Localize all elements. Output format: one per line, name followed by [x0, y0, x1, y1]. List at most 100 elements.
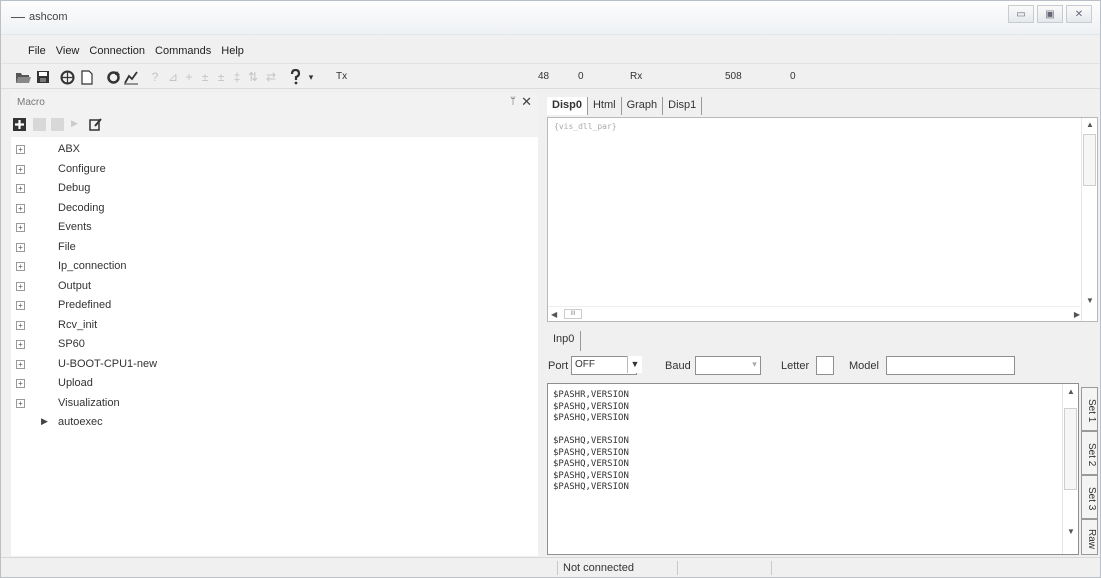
- help-icon[interactable]: [287, 69, 303, 85]
- expand-icon[interactable]: +: [16, 223, 25, 232]
- tab-set-2[interactable]: Set 2: [1081, 431, 1098, 475]
- tree-item[interactable]: + ABX: [11, 140, 538, 160]
- tree-item[interactable]: + U-BOOT-CPU1-new: [11, 355, 538, 375]
- tab-disp0[interactable]: Disp0: [547, 97, 588, 115]
- plot-icon[interactable]: [123, 69, 139, 85]
- status-divider: [771, 561, 772, 575]
- chevron-down-icon[interactable]: ▼: [627, 356, 642, 373]
- log-line: $PASHQ,VERSION: [553, 459, 629, 469]
- app-window: ashcom ▭ ▣ ✕ File View Connection Comman…: [0, 0, 1101, 578]
- port-label: Port: [548, 360, 569, 372]
- tree-item[interactable]: + Events: [11, 218, 538, 238]
- tree-item[interactable]: + File: [11, 238, 538, 258]
- display-output[interactable]: {vis_dll_par} ▲ ▼ ◀ III ▶: [547, 117, 1098, 322]
- letter-field[interactable]: [816, 356, 834, 375]
- disabled-tool-icon: ⊿: [167, 70, 179, 84]
- scroll-down-icon[interactable]: ▼: [1086, 296, 1094, 305]
- dropdown-arrow-icon[interactable]: ▾: [303, 69, 319, 85]
- vertical-scrollbar[interactable]: ▲ ▼: [1062, 384, 1078, 554]
- expand-icon[interactable]: +: [16, 301, 25, 310]
- tab-graph[interactable]: Graph: [622, 97, 664, 115]
- expand-icon[interactable]: +: [16, 164, 25, 174]
- globe-icon[interactable]: [59, 69, 75, 85]
- input-log[interactable]: $PASHR,VERSION $PASHQ,VERSION $PASHQ,VER…: [547, 383, 1079, 555]
- scroll-thumb[interactable]: [1064, 408, 1077, 490]
- status-divider: [677, 561, 678, 575]
- expand-icon[interactable]: +: [16, 340, 25, 349]
- menu-help[interactable]: Help: [216, 45, 249, 57]
- expand-icon[interactable]: +: [16, 184, 25, 193]
- tree-item[interactable]: + Debug: [11, 179, 538, 199]
- expand-icon[interactable]: +: [16, 203, 25, 213]
- log-line: $PASHR,VERSION: [553, 390, 629, 400]
- tab-set-1[interactable]: Set 1: [1081, 387, 1098, 431]
- tab-inp0[interactable]: Inp0: [547, 331, 582, 351]
- tx-label: Tx: [336, 71, 348, 82]
- scroll-thumb[interactable]: III: [564, 309, 582, 319]
- scroll-up-icon[interactable]: ▲: [1086, 120, 1094, 129]
- scroll-thumb[interactable]: [1083, 134, 1096, 186]
- toolbar: ? ⊿ + ± ± ‡ ⇅ ⇄ ▾ Tx 48 0 Rx 508 0: [1, 63, 1100, 89]
- close-panel-icon[interactable]: ✕: [521, 94, 532, 110]
- pin-icon[interactable]: ᛘ: [510, 96, 516, 107]
- scroll-down-icon[interactable]: ▼: [1067, 527, 1075, 536]
- tree-item[interactable]: + Rcv_init: [11, 316, 538, 336]
- disabled-tool-icon: +: [185, 70, 193, 84]
- expand-icon[interactable]: +: [16, 262, 25, 271]
- close-button[interactable]: ✕: [1066, 5, 1092, 23]
- chevron-down-icon[interactable]: ▾: [747, 356, 762, 373]
- tree-item[interactable]: + Upload: [11, 374, 538, 394]
- tree-item[interactable]: + Ip_connection: [11, 257, 538, 277]
- expand-icon[interactable]: +: [16, 145, 25, 154]
- tab-raw[interactable]: Raw: [1081, 519, 1098, 555]
- tree-item[interactable]: + Predefined: [11, 296, 538, 316]
- tree-item[interactable]: + Visualization: [11, 394, 538, 414]
- title-bar: ashcom ▭ ▣ ✕: [1, 1, 1100, 35]
- tree-item[interactable]: + Decoding: [11, 199, 538, 219]
- rx-errors: 0: [790, 71, 796, 82]
- minimize-button[interactable]: ▭: [1008, 5, 1034, 23]
- tab-html[interactable]: Html: [588, 97, 622, 115]
- expand-icon[interactable]: +: [16, 320, 25, 330]
- log-line: $PASHQ,VERSION: [553, 470, 629, 481]
- scroll-left-icon[interactable]: ◀: [551, 310, 557, 319]
- horizontal-scrollbar[interactable]: ◀ III ▶: [548, 306, 1082, 321]
- vertical-scrollbar[interactable]: ▲ ▼: [1081, 118, 1097, 321]
- menu-commands[interactable]: Commands: [150, 45, 216, 57]
- log-line: $PASHQ,VERSION: [553, 447, 629, 458]
- expand-icon[interactable]: +: [16, 242, 25, 252]
- tab-set-3[interactable]: Set 3: [1081, 475, 1098, 519]
- menu-file[interactable]: File: [23, 45, 51, 57]
- disabled-tool-icon: [51, 118, 64, 131]
- port-settings: Port OFF ▼ Baud ▾ Letter Model: [547, 353, 1098, 379]
- tx-count: 48: [538, 71, 550, 82]
- macro-toolbar: ▶: [11, 113, 538, 137]
- tab-disp1[interactable]: Disp1: [663, 97, 703, 115]
- macro-panel: Macro ᛘ ✕ ▶ + ABX + Configure + Debug + Deco…: [11, 93, 538, 556]
- open-folder-icon[interactable]: [15, 69, 31, 85]
- menu-view[interactable]: View: [51, 45, 85, 57]
- refresh-icon[interactable]: [105, 69, 121, 85]
- tree-item[interactable]: + SP60: [11, 335, 538, 355]
- tree-item[interactable]: + Configure: [11, 160, 538, 180]
- add-macro-icon[interactable]: [13, 118, 26, 131]
- edit-macro-icon[interactable]: [89, 118, 102, 131]
- save-icon[interactable]: [35, 69, 51, 85]
- maximize-button[interactable]: ▣: [1037, 5, 1063, 23]
- expand-icon[interactable]: +: [16, 398, 25, 408]
- macro-header: Macro ᛘ ✕: [11, 93, 538, 113]
- set-tabs: Set 1 Set 2 Set 3 Raw: [1081, 387, 1098, 555]
- tree-item-autoexec[interactable]: ▶ autoexec: [11, 413, 538, 433]
- tx-errors: 0: [578, 71, 584, 82]
- model-field[interactable]: [886, 356, 1015, 375]
- expand-icon[interactable]: +: [16, 359, 25, 369]
- scroll-right-icon[interactable]: ▶: [1074, 310, 1080, 319]
- connection-status: Not connected: [563, 562, 634, 574]
- new-document-icon[interactable]: [79, 69, 95, 85]
- scroll-up-icon[interactable]: ▲: [1067, 387, 1075, 396]
- menu-connection[interactable]: Connection: [84, 45, 150, 57]
- expand-icon[interactable]: +: [16, 379, 25, 388]
- tree-item[interactable]: + Output: [11, 277, 538, 297]
- expand-icon[interactable]: +: [16, 281, 25, 291]
